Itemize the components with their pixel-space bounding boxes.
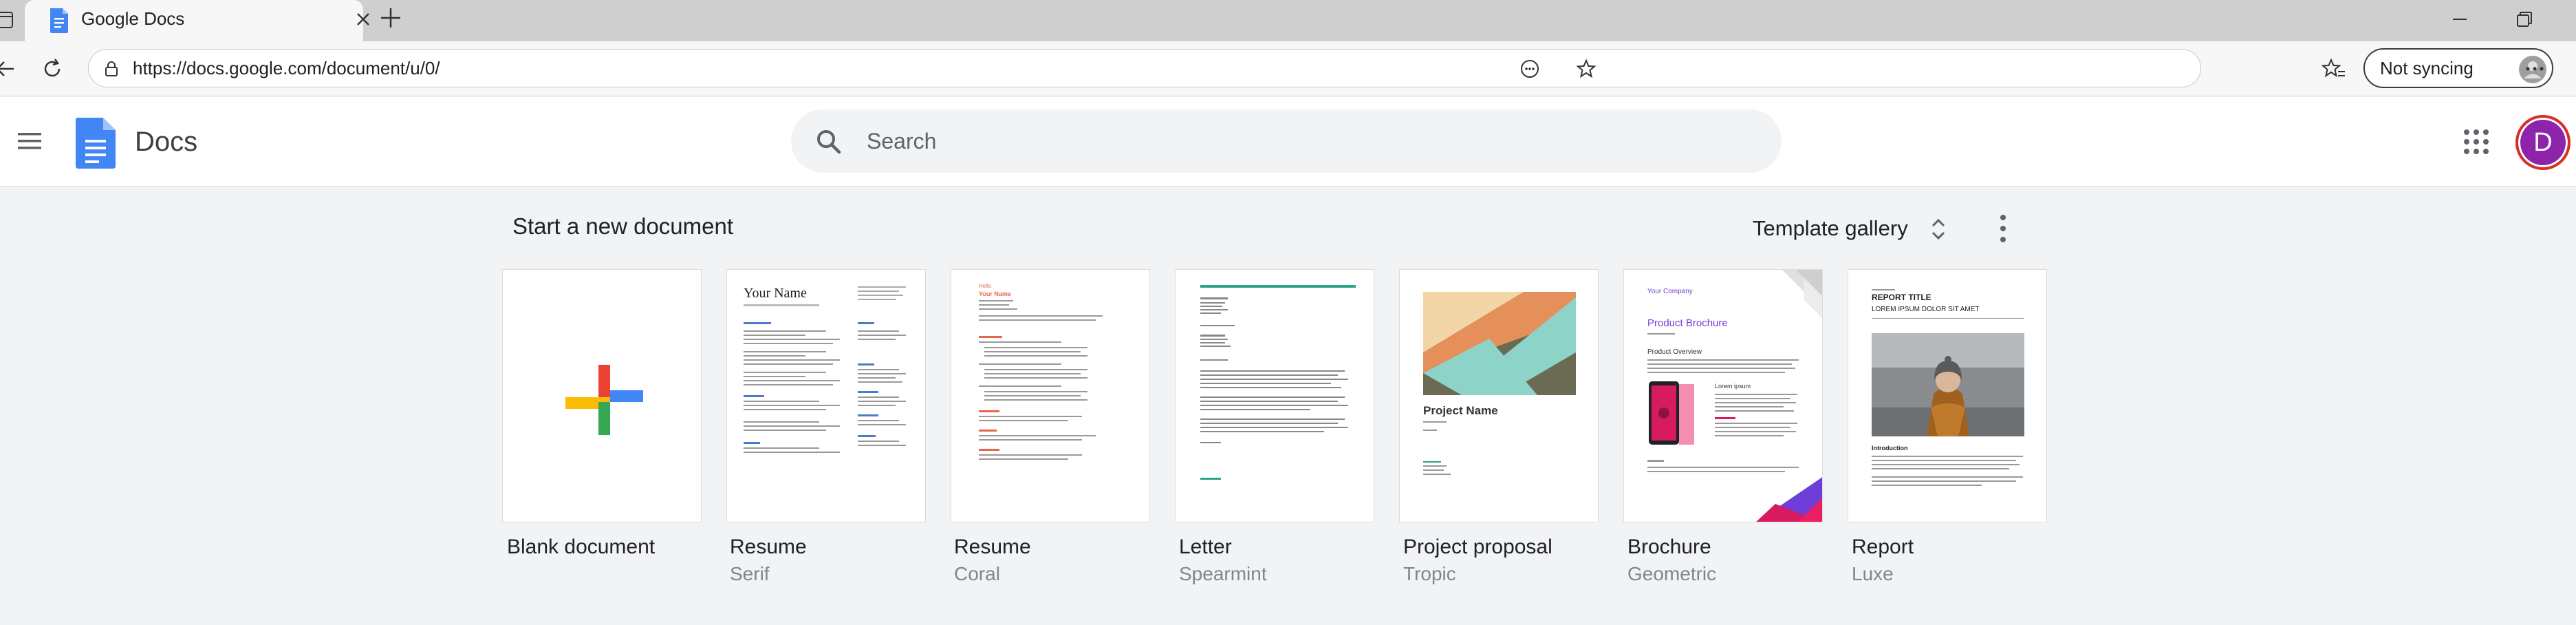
favorites-icon[interactable] — [2321, 56, 2346, 81]
template-subtitle-luxe: Luxe — [1852, 563, 1894, 584]
browser-toolbar: https://docs.google.com/document/u/0/ No… — [0, 41, 2576, 96]
refresh-icon[interactable] — [40, 56, 65, 81]
favorite-star-icon[interactable] — [1576, 59, 1597, 79]
template-gallery-label: Template gallery — [1753, 216, 1908, 240]
brochure-title-text: Product Brochure — [1647, 317, 1728, 329]
search-icon[interactable] — [816, 129, 842, 155]
tab-title: Google Docs — [81, 8, 185, 29]
docs-favicon-icon — [50, 8, 68, 33]
back-arrow-icon[interactable] — [0, 56, 18, 81]
coral-name-text: Your Name — [979, 290, 1011, 297]
report-title-text: REPORT TITLE — [1872, 293, 1931, 302]
resume-serif-preview: Your Name — [744, 286, 906, 453]
docs-logo-icon[interactable] — [76, 118, 116, 169]
unfold-chevron-icon — [1931, 218, 1945, 240]
address-bar[interactable]: https://docs.google.com/document/u/0/ — [88, 49, 2201, 87]
brochure-lorem-text: Lorem ipsum — [1715, 383, 1751, 390]
template-gallery-button[interactable]: Template gallery — [1740, 206, 1960, 251]
template-letter-spearmint[interactable] — [1175, 269, 1374, 522]
template-subtitle-tropic: Tropic — [1403, 563, 1456, 584]
report-luxe-preview: REPORT TITLE LOREM IPSUM DOLOR SIT AMET … — [1872, 289, 2024, 486]
template-name-resume-serif[interactable]: Resume — [730, 536, 807, 559]
search-input[interactable] — [867, 109, 1747, 173]
template-brochure-geometric[interactable]: Your Company Product Brochure Product Ov… — [1623, 269, 1823, 522]
template-resume-serif[interactable]: Your Name — [726, 269, 926, 522]
template-subtitle-serif: Serif — [730, 563, 770, 584]
template-project-proposal-tropic[interactable]: Project Name — [1399, 269, 1599, 522]
report-subtitle-text: LOREM IPSUM DOLOR SIT AMET — [1872, 306, 1980, 313]
proposal-title-text: Project Name — [1423, 404, 1498, 417]
brochure-company-text: Your Company — [1647, 288, 1693, 295]
restore-window-icon[interactable] — [2512, 7, 2537, 32]
template-blank-document[interactable] — [502, 269, 702, 522]
template-name-report[interactable]: Report — [1852, 536, 1914, 559]
browser-tab-strip: Google Docs — [0, 0, 2576, 41]
template-subtitle-spearmint: Spearmint — [1179, 563, 1267, 584]
section-title: Start a new document — [512, 213, 734, 239]
coral-hello-text: Hello — [979, 283, 992, 289]
proposal-tropic-preview: Project Name — [1423, 292, 1576, 475]
more-in-address-icon[interactable] — [1519, 59, 1540, 79]
minimize-window-icon[interactable] — [2447, 7, 2472, 32]
template-name-blank[interactable]: Blank document — [507, 536, 655, 559]
close-tab-icon[interactable] — [354, 10, 373, 29]
address-url: https://docs.google.com/document/u/0/ — [133, 58, 440, 78]
sync-status-label: Not syncing — [2380, 58, 2474, 78]
template-resume-coral[interactable]: Hello Your Name — [951, 269, 1150, 522]
letter-spearmint-preview — [1200, 285, 1356, 480]
window-menu-icon[interactable] — [0, 7, 17, 34]
google-apps-icon[interactable] — [2463, 128, 2490, 156]
brochure-geometric-preview: Your Company Product Brochure Product Ov… — [1647, 270, 1822, 522]
account-avatar[interactable]: D — [2515, 115, 2570, 170]
resume-coral-preview: Hello Your Name — [979, 283, 1103, 460]
template-report-luxe[interactable]: REPORT TITLE LOREM IPSUM DOLOR SIT AMET … — [1848, 269, 2047, 522]
main-menu-icon[interactable] — [15, 127, 44, 156]
template-subtitle-geometric: Geometric — [1627, 563, 1717, 584]
template-name-resume-coral[interactable]: Resume — [954, 536, 1031, 559]
app-name[interactable]: Docs — [135, 97, 197, 187]
template-name-project-proposal[interactable]: Project proposal — [1403, 536, 1552, 559]
google-plus-icon — [565, 365, 643, 435]
serif-name-text: Your Name — [744, 286, 807, 301]
docs-header: Docs D — [0, 97, 2576, 187]
more-options-icon[interactable] — [1989, 211, 2017, 246]
template-name-letter[interactable]: Letter — [1179, 536, 1232, 559]
new-tab-icon[interactable] — [378, 6, 403, 30]
settings-more-icon[interactable] — [2522, 56, 2547, 81]
browser-tab-google-docs[interactable]: Google Docs — [25, 0, 369, 41]
search-bar — [791, 109, 1782, 173]
report-intro-text: Introduction — [1872, 445, 1908, 452]
brochure-overview-text: Product Overview — [1647, 348, 1702, 356]
template-subtitle-coral: Coral — [954, 563, 1000, 584]
site-info-icon[interactable] — [102, 60, 120, 78]
template-name-brochure[interactable]: Brochure — [1627, 536, 1711, 559]
